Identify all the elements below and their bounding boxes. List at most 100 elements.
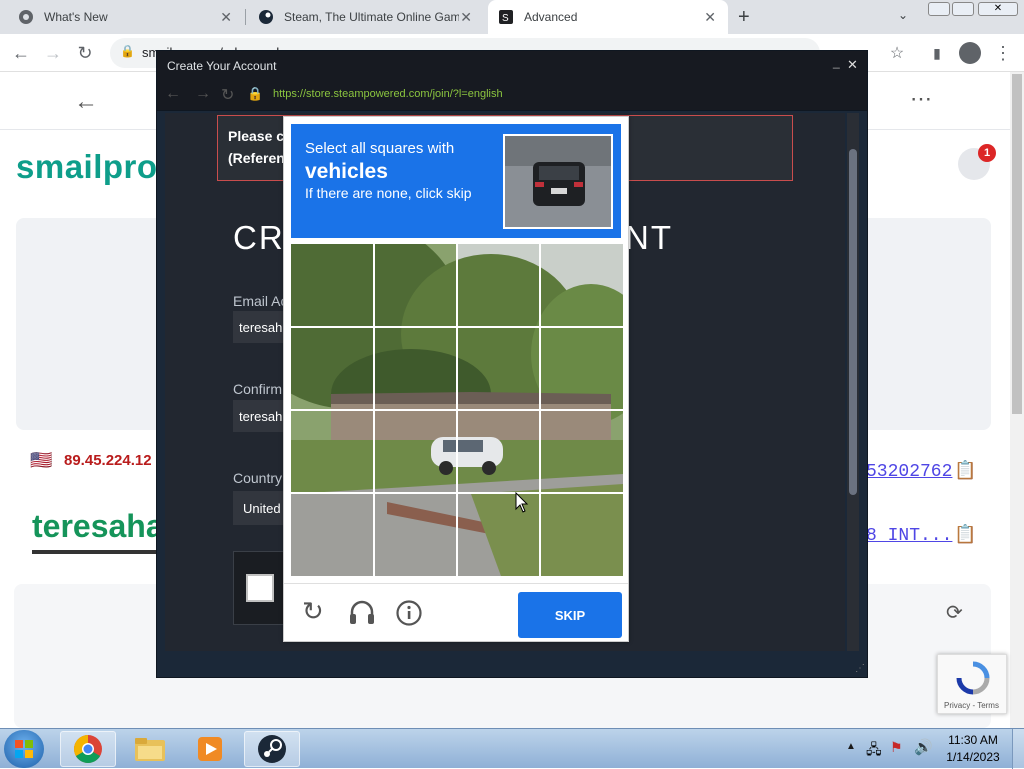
- close-icon[interactable]: ✕: [847, 57, 858, 73]
- notification-badge: 1: [978, 144, 996, 162]
- ip-address: 89.45.224.12: [64, 452, 152, 469]
- captcha-tile[interactable]: [540, 493, 622, 575]
- skip-button[interactable]: SKIP: [518, 592, 622, 638]
- tab-strip: What's New ✕ Steam, The Ultimate Online …: [0, 0, 1024, 34]
- reload-challenge-icon[interactable]: ↻: [302, 596, 324, 627]
- captcha-tile[interactable]: [457, 327, 539, 409]
- steam-window-title: Create Your Account: [157, 51, 867, 79]
- us-flag-icon: 🇺🇸: [30, 450, 53, 470]
- captcha-tile[interactable]: [291, 327, 373, 409]
- captcha-instruction: Select all squares with: [305, 140, 455, 157]
- captcha-tile[interactable]: [374, 327, 456, 409]
- volume-icon[interactable]: 🔊: [914, 738, 933, 756]
- recaptcha-links[interactable]: Privacy - Terms: [944, 701, 999, 710]
- menu-dots-icon[interactable]: ⋮: [992, 42, 1014, 64]
- chrome-icon: [19, 10, 33, 24]
- steam-icon: [259, 10, 273, 24]
- captcha-tile[interactable]: [374, 244, 456, 326]
- reload-icon[interactable]: ↻: [221, 85, 234, 105]
- captcha-tile[interactable]: [374, 493, 456, 575]
- grid-divider: [291, 492, 623, 494]
- phone-number-link[interactable]: 53202762: [866, 462, 952, 482]
- tab-search-icon[interactable]: ⌄: [898, 8, 908, 22]
- captcha-tile[interactable]: [291, 493, 373, 575]
- taskbar-explorer[interactable]: [122, 731, 178, 767]
- tab-advanced[interactable]: S Advanced ✕: [488, 0, 728, 34]
- info-icon[interactable]: [396, 600, 424, 628]
- taskbar-media-player[interactable]: [182, 731, 238, 767]
- taskbar-chrome[interactable]: [60, 731, 116, 767]
- show-desktop-button[interactable]: [1012, 729, 1024, 769]
- close-tab-icon[interactable]: ✕: [220, 9, 232, 26]
- steam-scrollbar[interactable]: [847, 113, 859, 651]
- captcha-tile[interactable]: [457, 244, 539, 326]
- steam-url: https://store.steampowered.com/join/?l=e…: [273, 88, 503, 100]
- page-scroll-thumb[interactable]: [1012, 74, 1022, 414]
- clock-time[interactable]: 11:30 AM: [944, 733, 1002, 747]
- grid-divider: [291, 326, 623, 328]
- steam-icon: [258, 735, 286, 763]
- reload-icon[interactable]: ↻: [74, 42, 96, 64]
- captcha-header: Select all squares with vehicles If ther…: [291, 124, 621, 238]
- minimize-button[interactable]: [928, 2, 950, 16]
- profile-avatar[interactable]: [959, 42, 981, 64]
- captcha-footer: ↻ SKIP: [284, 583, 628, 641]
- chrome-icon: [74, 735, 102, 763]
- label-link[interactable]: 8 INT...: [866, 526, 952, 546]
- folder-icon: [135, 738, 165, 761]
- maximize-button[interactable]: [952, 2, 974, 16]
- captcha-tile[interactable]: [457, 410, 539, 492]
- bookmark-star-icon[interactable]: ☆: [886, 42, 908, 64]
- close-window-button[interactable]: ✕: [978, 2, 1018, 16]
- back-icon[interactable]: ←: [10, 42, 32, 64]
- email-label: Email Ac: [233, 293, 288, 309]
- confirm-email-label: Confirm: [233, 381, 283, 397]
- page-more-icon[interactable]: ⋯: [910, 86, 932, 112]
- captcha-tile[interactable]: [291, 244, 373, 326]
- network-icon[interactable]: 🖧: [866, 739, 882, 763]
- page-back-icon[interactable]: ←: [74, 88, 98, 116]
- not-a-robot-checkbox[interactable]: [246, 574, 274, 602]
- tab-whats-new[interactable]: What's New ✕: [8, 0, 244, 34]
- close-tab-icon[interactable]: ✕: [704, 9, 716, 26]
- steam-scroll-thumb[interactable]: [849, 149, 857, 495]
- minimize-icon[interactable]: _: [833, 55, 840, 69]
- notice-line-2: (Referen: [228, 150, 285, 166]
- back-icon[interactable]: ←: [165, 85, 181, 103]
- new-tab-icon[interactable]: +: [738, 6, 750, 29]
- tab-steam[interactable]: Steam, The Ultimate Online Game ✕: [248, 0, 484, 34]
- recaptcha-logo-icon: [956, 661, 990, 695]
- tab-separator: [245, 9, 246, 25]
- show-hidden-icons[interactable]: ▲: [846, 741, 856, 752]
- start-button[interactable]: [4, 730, 44, 768]
- page-scrollbar[interactable]: [1010, 72, 1024, 728]
- captcha-challenge: Select all squares with vehicles If ther…: [283, 116, 629, 642]
- steam-url-bar: ← → ↻ 🔒 https://store.steampowered.com/j…: [157, 79, 867, 111]
- sample-car-image: [503, 134, 613, 229]
- copy-icon[interactable]: 📋: [954, 524, 976, 545]
- side-panel-icon[interactable]: ▮: [926, 42, 948, 64]
- taskbar-steam[interactable]: [244, 731, 300, 767]
- resize-grip-icon[interactable]: ⋰: [855, 663, 865, 674]
- forward-icon[interactable]: →: [42, 42, 64, 64]
- page-heading-right: NT: [625, 219, 673, 256]
- refresh-inbox-icon[interactable]: ⟳: [946, 600, 963, 625]
- captcha-tile[interactable]: [291, 410, 373, 492]
- captcha-tile[interactable]: [540, 244, 622, 326]
- captcha-tile[interactable]: [374, 410, 456, 492]
- audio-challenge-icon[interactable]: [348, 600, 376, 626]
- action-center-icon[interactable]: ⚑: [890, 739, 903, 756]
- clock-date[interactable]: 1/14/2023: [944, 750, 1002, 764]
- captcha-hint: If there are none, click skip: [305, 185, 472, 201]
- copy-icon[interactable]: 📋: [954, 460, 976, 481]
- close-tab-icon[interactable]: ✕: [460, 9, 472, 26]
- recaptcha-badge[interactable]: Privacy - Terms: [937, 654, 1007, 714]
- tab-title: What's New: [44, 10, 108, 24]
- notice-line-1: Please c: [228, 128, 285, 144]
- captcha-tile[interactable]: [540, 410, 622, 492]
- captcha-tile[interactable]: [540, 327, 622, 409]
- taskbar: ▲ 🖧 ⚑ 🔊 11:30 AM 1/14/2023: [0, 728, 1024, 769]
- forward-icon[interactable]: →: [195, 85, 211, 103]
- lock-icon: 🔒: [120, 44, 135, 58]
- mouse-cursor-icon: [515, 492, 529, 513]
